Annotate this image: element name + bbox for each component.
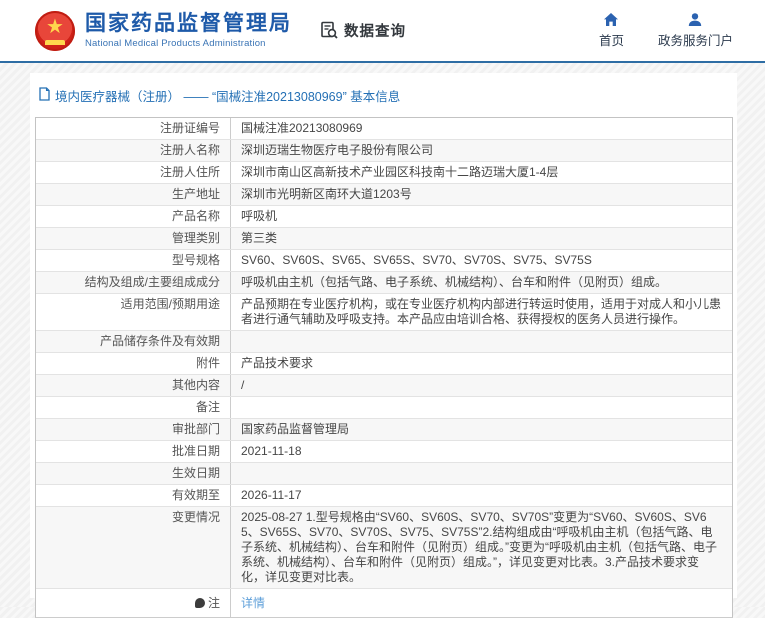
table-row: 产品名称 呼吸机 — [36, 206, 732, 228]
row-label: 附件 — [36, 353, 231, 374]
row-label: 型号规格 — [36, 250, 231, 271]
row-label: 生效日期 — [36, 463, 231, 484]
row-label: 批准日期 — [36, 441, 231, 462]
row-value: 国家药品监督管理局 — [241, 422, 350, 436]
site-logo[interactable]: ★ 国家药品监督管理局 National Medical Products Ad… — [35, 10, 292, 51]
table-row: 变更情况 2025-08-27 1.型号规格由“SV60、SV60S、SV70、S… — [36, 507, 732, 589]
row-label: 注册证编号 — [36, 118, 231, 139]
row-label: 其他内容 — [36, 375, 231, 396]
table-row: 注册人名称 深圳迈瑞生物医疗电子股份有限公司 — [36, 140, 732, 162]
row-value: 详情 — [231, 589, 732, 617]
row-value: 国械注准20213080969 — [241, 121, 363, 135]
table-row: 管理类别 第三类 — [36, 228, 732, 250]
user-icon — [687, 12, 703, 30]
row-label: 备注 — [36, 397, 231, 418]
content-panel: 境内医疗器械（注册） —— “国械注准20213080969” 基本信息 注册证… — [30, 73, 737, 618]
row-label: 结构及组成/主要组成成分 — [36, 272, 231, 293]
row-label: 变更情况 — [36, 507, 231, 588]
table-row: 产品储存条件及有效期 — [36, 331, 732, 353]
data-query-tab[interactable]: 数据查询 — [320, 20, 406, 41]
nav-home[interactable]: 首页 — [599, 12, 624, 49]
row-label: 注册人名称 — [36, 140, 231, 161]
row-label: 产品储存条件及有效期 — [36, 331, 231, 352]
row-value: 2026-11-17 — [241, 488, 302, 502]
row-value: 2025-08-27 1.型号规格由“SV60、SV60S、SV70、SV70S… — [241, 510, 717, 584]
row-value: 产品技术要求 — [241, 356, 314, 370]
row-value: 呼吸机由主机（包括气路、电子系统、机械结构）、台车和附件（见附页）组成。 — [241, 275, 668, 289]
nav-portal-label: 政务服务门户 — [657, 34, 733, 48]
row-value: 深圳市光明新区南环大道1203号 — [241, 187, 412, 201]
table-row: 适用范围/预期用途 产品预期在专业医疗机构，或在专业医疗机构内部进行转运时使用，适… — [36, 294, 732, 331]
table-row: 注册证编号 国械注准20213080969 — [36, 118, 732, 140]
table-row: 审批部门 国家药品监督管理局 — [36, 419, 732, 441]
row-label: 审批部门 — [36, 419, 231, 440]
row-value: 呼吸机 — [241, 209, 278, 223]
site-header: ★ 国家药品监督管理局 National Medical Products Ad… — [0, 0, 765, 63]
detail-link[interactable]: 详情 — [241, 596, 265, 610]
row-value: 第三类 — [241, 231, 278, 245]
nav-portal[interactable]: 政务服务门户 — [658, 12, 733, 49]
row-value — [231, 397, 732, 418]
table-row: 有效期至 2026-11-17 — [36, 485, 732, 507]
row-label: 适用范围/预期用途 — [36, 294, 231, 330]
row-value — [231, 331, 732, 352]
table-row: 型号规格 SV60、SV60S、SV65、SV65S、SV70、SV70S、SV7… — [36, 250, 732, 272]
row-value: 2021-11-18 — [241, 444, 302, 458]
row-value: 深圳迈瑞生物医疗电子股份有限公司 — [241, 143, 434, 157]
national-emblem-icon: ★ — [35, 10, 75, 51]
gate-icon — [45, 39, 65, 45]
row-label: 管理类别 — [36, 228, 231, 249]
table-row: 结构及组成/主要组成成分 呼吸机由主机（包括气路、电子系统、机械结构）、台车和附件… — [36, 272, 732, 294]
home-icon — [603, 12, 619, 30]
nav-home-label: 首页 — [598, 34, 624, 48]
table-row: 生产地址 深圳市光明新区南环大道1203号 — [36, 184, 732, 206]
row-value: SV60、SV60S、SV65、SV65S、SV70、SV70S、SV75、SV… — [241, 253, 592, 267]
top-nav: 首页 政务服务门户 — [599, 12, 747, 49]
row-label: 产品名称 — [36, 206, 231, 227]
row-label: 有效期至 — [36, 485, 231, 506]
table-row: 生效日期 — [36, 463, 732, 485]
row-value — [231, 463, 732, 484]
data-query-icon — [320, 21, 339, 40]
document-icon — [38, 87, 55, 104]
info-table: 注册证编号 国械注准20213080969 注册人名称 深圳迈瑞生物医疗电子股份有限公… — [35, 117, 733, 618]
table-row: 附件 产品技术要求 — [36, 353, 732, 375]
table-row: 备注 — [36, 397, 732, 419]
breadcrumb: 境内医疗器械（注册） —— “国械注准20213080969” 基本信息 — [34, 84, 733, 117]
data-query-label: 数据查询 — [344, 24, 406, 40]
star-icon: ★ — [46, 16, 64, 39]
table-row: 批准日期 2021-11-18 — [36, 441, 732, 463]
row-value: 深圳市南山区高新技术产业园区科技南十二路迈瑞大厦1-4层 — [241, 165, 559, 179]
org-title-cn: 国家药品监督管理局 — [85, 12, 292, 35]
org-title-en: National Medical Products Administration — [85, 38, 266, 49]
table-row: 其他内容 / — [36, 375, 732, 397]
row-label: 注 — [36, 589, 231, 617]
row-label: 注册人住所 — [36, 162, 231, 183]
table-row: 注详情 — [36, 589, 732, 617]
row-value: 产品预期在专业医疗机构，或在专业医疗机构内部进行转运时使用，适用于对成人和小儿患… — [241, 297, 722, 326]
breadcrumb-text: 境内医疗器械（注册） —— “国械注准20213080969” 基本信息 — [55, 90, 401, 104]
row-label: 生产地址 — [36, 184, 231, 205]
table-row: 注册人住所 深圳市南山区高新技术产业园区科技南十二路迈瑞大厦1-4层 — [36, 162, 732, 184]
row-value: / — [241, 378, 245, 392]
